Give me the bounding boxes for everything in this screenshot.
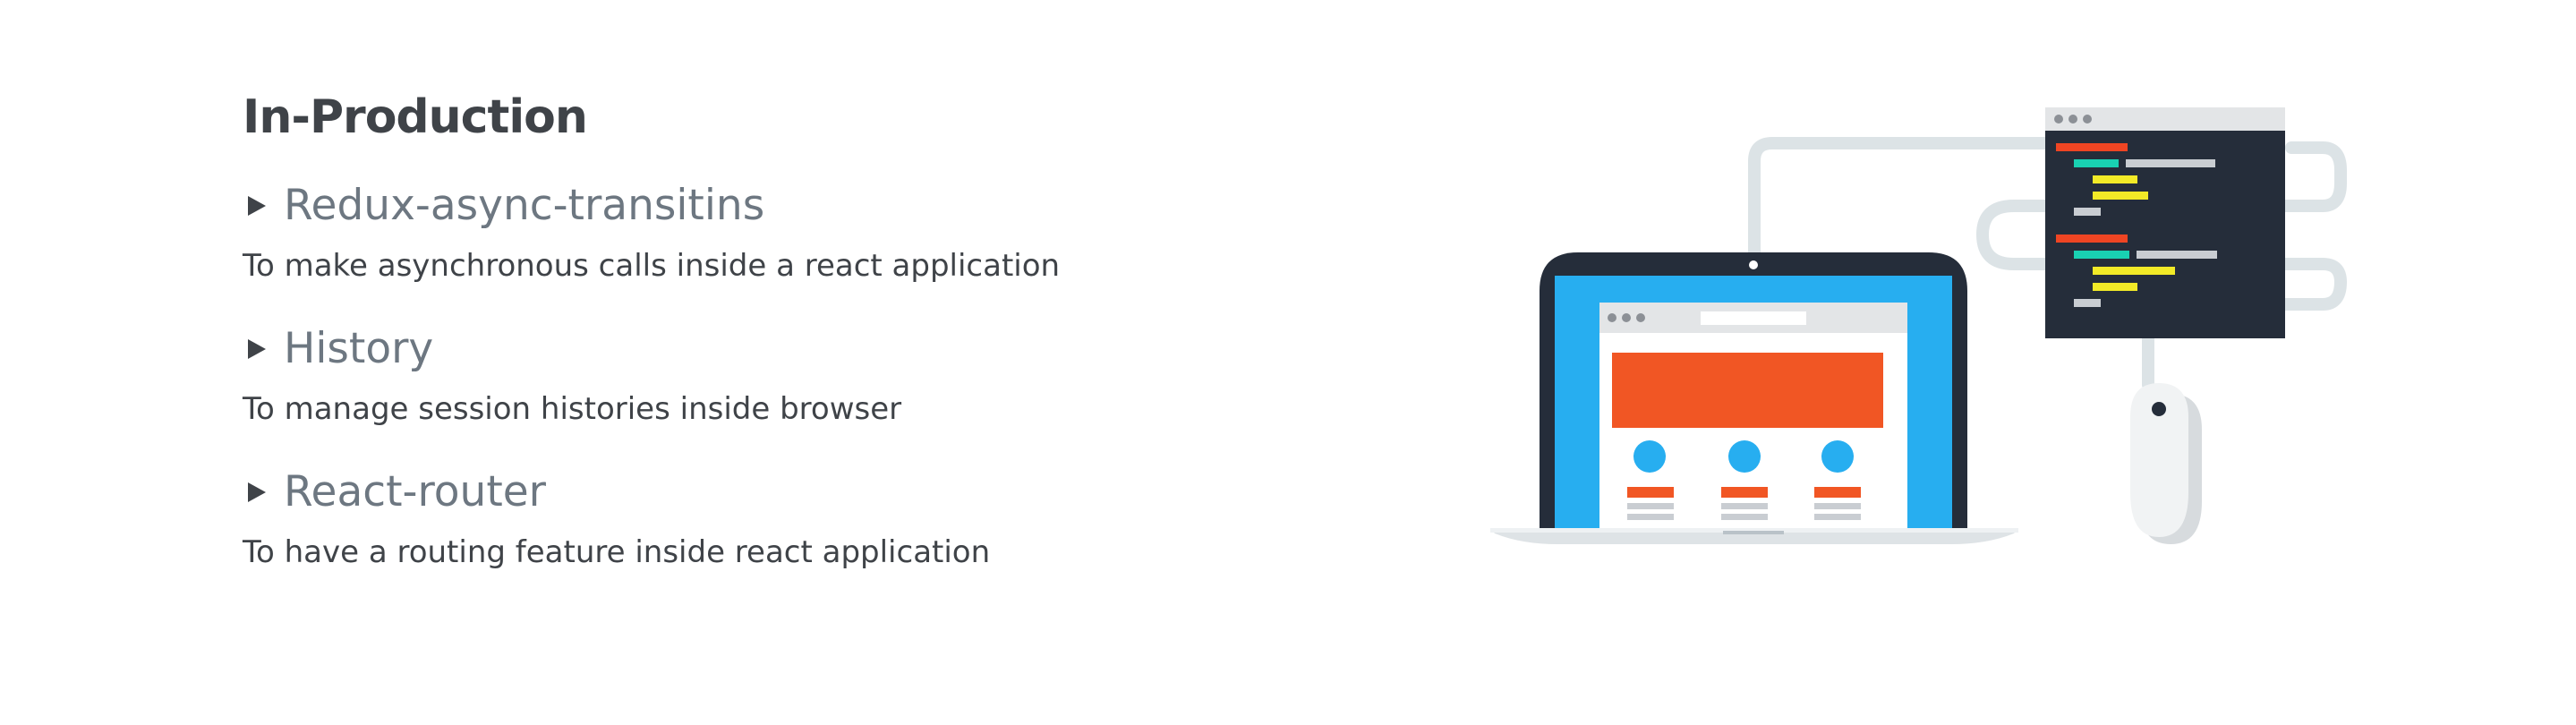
item-description: To make asynchronous calls inside a reac…	[243, 248, 1061, 284]
list-item: History To manage session histories insi…	[243, 320, 1406, 431]
list-item: Redux-async-transitins To make asynchron…	[243, 176, 1406, 287]
item-title: History	[284, 324, 434, 373]
item-title: Redux-async-transitins	[284, 181, 765, 230]
laptop-icon	[1490, 252, 2018, 544]
item-description: To manage session histories inside brows…	[243, 391, 902, 427]
list-item: React-router To have a routing feature i…	[243, 463, 1406, 574]
mouse-icon	[2130, 383, 2202, 544]
item-toggle-react-router[interactable]: React-router	[243, 463, 1406, 522]
production-list: Redux-async-transitins To make asynchron…	[243, 176, 1406, 574]
item-description: To have a routing feature inside react a…	[243, 534, 991, 570]
main-content: In-Production Redux-async-transitins To …	[243, 85, 1406, 574]
caret-right-icon	[248, 339, 266, 359]
page: In-Production Redux-async-transitins To …	[0, 0, 2576, 725]
code-editor-icon	[2045, 107, 2285, 338]
section-title: In-Production	[243, 90, 588, 144]
web-development-illustration	[1490, 107, 2348, 544]
caret-right-icon	[248, 196, 266, 216]
item-toggle-redux-async-transitins[interactable]: Redux-async-transitins	[243, 176, 1406, 235]
item-toggle-history[interactable]: History	[243, 320, 1406, 379]
caret-right-icon	[248, 482, 266, 502]
item-title: React-router	[284, 467, 546, 516]
